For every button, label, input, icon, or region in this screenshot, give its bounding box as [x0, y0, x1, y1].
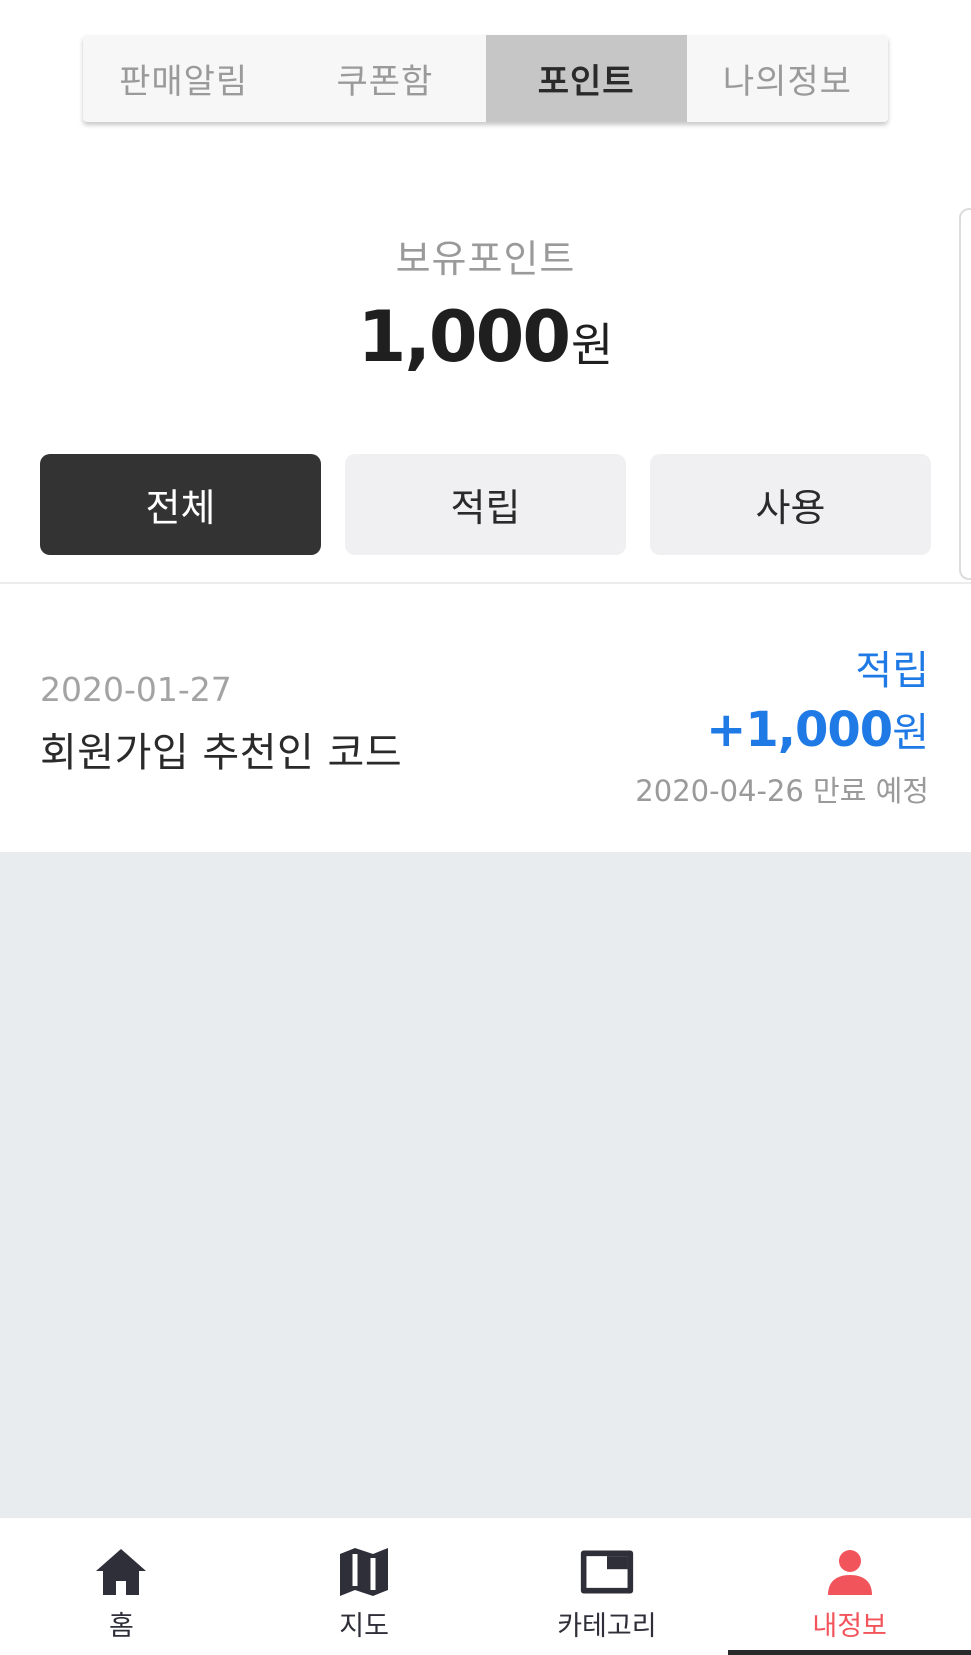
- tab-my-info[interactable]: 나의정보: [687, 35, 888, 122]
- balance-label: 보유포인트: [395, 237, 576, 281]
- balance-amount: 1,000: [357, 296, 571, 378]
- history-amount-unit: 원: [892, 710, 929, 756]
- top-tab-bar: 판매알림 쿠폰함 포인트 나의정보: [83, 35, 888, 122]
- filter-earned-button[interactable]: 적립: [345, 454, 626, 555]
- tab-sale-alerts[interactable]: 판매알림: [83, 35, 284, 122]
- nav-item-category[interactable]: 카테고리: [486, 1518, 729, 1655]
- list-item: 2020-01-27 회원가입 추천인 코드 적립 +1,000원 2020-0…: [0, 584, 971, 852]
- history-title: 회원가입 추천인 코드: [40, 730, 403, 776]
- tab-points[interactable]: 포인트: [485, 35, 687, 122]
- nav-item-map[interactable]: 지도: [243, 1518, 486, 1655]
- user-icon: [822, 1546, 878, 1598]
- home-icon: [93, 1546, 149, 1598]
- balance-display: 1,000원: [0, 296, 971, 378]
- nav-label-home: 홈: [108, 1611, 134, 1642]
- filter-used-button[interactable]: 사용: [650, 454, 931, 555]
- active-nav-indicator: [728, 1650, 971, 1655]
- history-amount-row: +1,000원: [706, 700, 929, 758]
- history-type: 적립: [855, 648, 929, 694]
- map-icon: [336, 1546, 392, 1598]
- filter-all-button[interactable]: 전체: [40, 454, 321, 555]
- nav-label-category: 카테고리: [557, 1611, 657, 1642]
- tab-coupons[interactable]: 쿠폰함: [284, 35, 485, 122]
- nav-label-my-info: 내정보: [812, 1611, 887, 1642]
- history-date: 2020-01-27: [40, 670, 232, 709]
- nav-label-map: 지도: [339, 1611, 389, 1642]
- nav-item-my-info[interactable]: 내정보: [728, 1518, 971, 1655]
- bottom-nav: 홈 지도 카테고리 내정보: [0, 1518, 971, 1655]
- empty-list-area: [0, 852, 971, 1518]
- filter-group: 전체 적립 사용: [40, 454, 931, 555]
- history-amount: +1,000: [706, 702, 893, 758]
- nav-item-home[interactable]: 홈: [0, 1518, 243, 1655]
- balance-unit: 원: [571, 318, 614, 372]
- history-expiry: 2020-04-26 만료 예정: [635, 774, 929, 808]
- category-icon: [579, 1546, 635, 1598]
